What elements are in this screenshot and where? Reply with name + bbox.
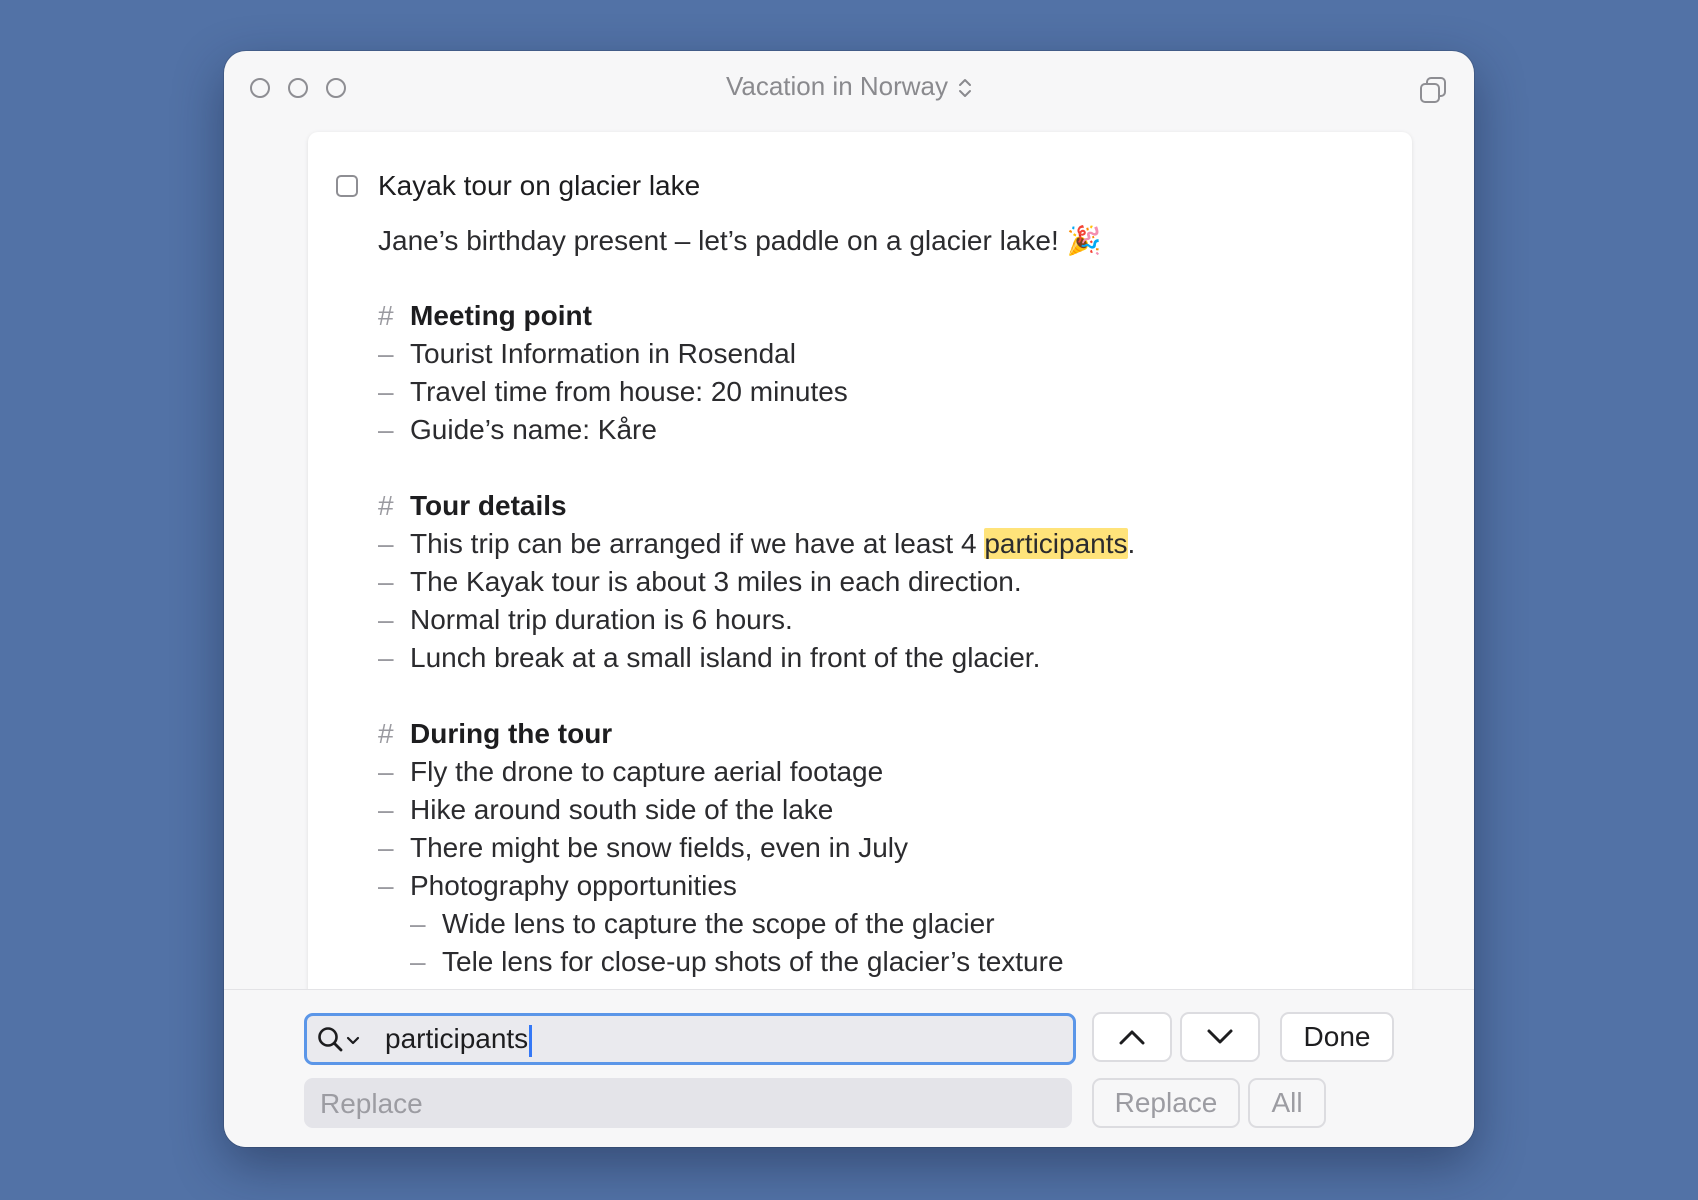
- list-item: – Hike around south side of the lake: [378, 794, 833, 826]
- bullet-marker: –: [378, 756, 394, 787]
- list-item-text: Normal trip duration is 6 hours.: [410, 604, 793, 635]
- list-item-text: There might be snow fields, even in July: [410, 832, 909, 863]
- task-title[interactable]: Kayak tour on glacier lake: [378, 170, 700, 202]
- task-checkbox[interactable]: [336, 175, 358, 197]
- section-heading: # Tour details: [378, 490, 567, 522]
- search-match-highlight: participants: [984, 528, 1128, 559]
- list-item: – Guide’s name: Kåre: [378, 414, 657, 446]
- heading-marker: #: [378, 490, 394, 521]
- bullet-marker: –: [378, 794, 394, 825]
- replace-input-placeholder: Replace: [320, 1088, 423, 1119]
- list-item: – There might be snow fields, even in Jul…: [378, 832, 908, 864]
- section-heading: # Meeting point: [378, 300, 592, 332]
- bullet-marker: –: [378, 528, 394, 559]
- note-card: Kayak tour on glacier lake Jane’s birthd…: [308, 132, 1412, 1092]
- window-title[interactable]: Vacation in Norway: [224, 71, 1474, 102]
- replace-input[interactable]: Replace: [304, 1078, 1072, 1128]
- sub-list-item-text: Tele lens for close-up shots of the glac…: [442, 946, 1064, 977]
- previous-match-button[interactable]: [1092, 1012, 1172, 1062]
- search-options-icon[interactable]: [317, 1026, 365, 1054]
- bullet-marker: –: [378, 604, 394, 635]
- list-item-text: Fly the drone to capture aerial footage: [410, 756, 884, 787]
- heading-marker: #: [378, 718, 394, 749]
- replace-all-button[interactable]: All: [1248, 1078, 1326, 1128]
- next-match-button[interactable]: [1180, 1012, 1260, 1062]
- list-item: – The Kayak tour is about 3 miles in each…: [378, 566, 1022, 598]
- list-item-text: This trip can be arranged if we have at …: [410, 528, 985, 559]
- bullet-marker: –: [410, 908, 426, 939]
- list-item-text: Hike around south side of the lake: [410, 794, 834, 825]
- done-button[interactable]: Done: [1280, 1012, 1394, 1062]
- find-input-value: participants: [385, 1023, 529, 1054]
- list-item: – Tourist Information in Rosendal: [378, 338, 796, 370]
- list-item-text: Photography opportunities: [410, 870, 737, 901]
- list-item: – Lunch break at a small island in front …: [378, 642, 1040, 674]
- heading-text: Meeting point: [410, 300, 592, 331]
- find-replace-bar: participants Done Replace Replace All: [224, 989, 1474, 1147]
- bullet-marker: –: [378, 338, 394, 369]
- list-item-text: The Kayak tour is about 3 miles in each …: [410, 566, 1022, 597]
- list-item: – This trip can be arranged if we have at…: [378, 528, 1135, 560]
- section-heading: # During the tour: [378, 718, 612, 750]
- title-bar: Vacation in Norway: [224, 51, 1474, 131]
- list-item-text: Lunch break at a small island in front o…: [410, 642, 1041, 673]
- list-item: – Photography opportunities: [378, 870, 737, 902]
- chevron-updown-icon: [959, 79, 972, 98]
- list-item-text: Travel time from house: 20 minutes: [410, 376, 848, 407]
- app-window: Vacation in Norway Kayak tour on glacier…: [224, 51, 1474, 1147]
- heading-text: During the tour: [410, 718, 613, 749]
- bullet-marker: –: [378, 870, 394, 901]
- heading-text: Tour details: [410, 490, 567, 521]
- sub-list-item: – Wide lens to capture the scope of the g…: [410, 908, 995, 940]
- bullet-marker: –: [378, 414, 394, 445]
- heading-marker: #: [378, 300, 394, 331]
- list-item-text: Guide’s name: Kåre: [410, 414, 657, 445]
- chevron-down-icon: [1207, 1029, 1233, 1044]
- bullet-marker: –: [378, 832, 394, 863]
- list-item: – Travel time from house: 20 minutes: [378, 376, 848, 408]
- bullet-marker: –: [378, 376, 394, 407]
- list-item: – Normal trip duration is 6 hours.: [378, 604, 793, 636]
- text-cursor: [529, 1024, 533, 1057]
- window-title-text: Vacation in Norway: [725, 71, 949, 101]
- task-note[interactable]: Jane’s birthday present – let’s paddle o…: [378, 224, 1101, 257]
- bullet-marker: –: [410, 946, 426, 977]
- find-input[interactable]: participants: [304, 1013, 1076, 1065]
- bullet-marker: –: [378, 566, 394, 597]
- replace-button[interactable]: Replace: [1092, 1078, 1240, 1128]
- list-item-text: Tourist Information in Rosendal: [410, 338, 796, 369]
- chevron-up-icon: [1119, 1030, 1145, 1045]
- sub-list-item: – Tele lens for close-up shots of the gla…: [410, 946, 1064, 978]
- sub-list-item-text: Wide lens to capture the scope of the gl…: [442, 908, 995, 939]
- list-item: – Fly the drone to capture aerial footage: [378, 756, 883, 788]
- duplicate-window-icon[interactable]: [1418, 75, 1448, 105]
- bullet-marker: –: [378, 642, 394, 673]
- list-item-text-end: .: [1127, 528, 1136, 559]
